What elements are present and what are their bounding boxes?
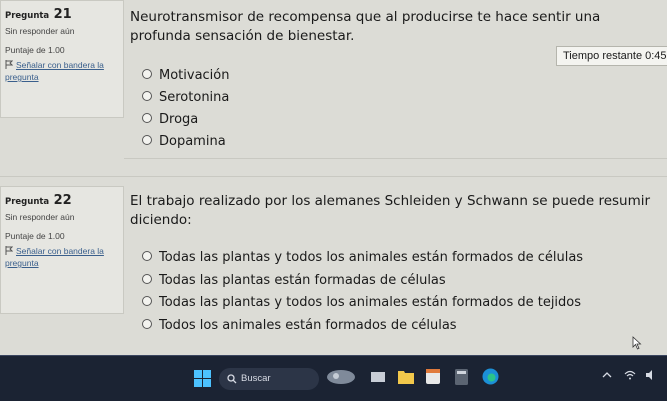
question-number-22: Pregunta 22 <box>5 191 119 209</box>
flag-question-label: Señalar con bandera la pregunta <box>5 60 104 82</box>
wifi-icon[interactable] <box>624 370 636 380</box>
search-icon <box>227 374 237 384</box>
calculator-icon[interactable] <box>455 369 468 385</box>
taskbar-search[interactable]: Buscar <box>219 368 319 390</box>
answer-option[interactable]: Droga <box>142 112 198 127</box>
answer-option[interactable]: Todas las plantas y todos los animales e… <box>142 250 583 265</box>
option-label: Serotonina <box>159 90 230 105</box>
answer-option[interactable]: Motivación <box>142 68 230 83</box>
question-grade: Puntaje de 1.00 <box>5 45 65 55</box>
option-label: Todas las plantas están formadas de célu… <box>159 273 446 288</box>
taskbar: Buscar <box>0 356 667 401</box>
question-text-22: El trabajo realizado por los alemanes Sc… <box>130 193 651 228</box>
option-label: Todas las plantas y todos los animales e… <box>159 295 582 310</box>
calendar-icon[interactable] <box>426 369 440 384</box>
question-info-22: Pregunta 22 Sin responder aún Puntaje de… <box>0 186 124 314</box>
answer-option[interactable]: Todas las plantas están formadas de célu… <box>142 273 446 288</box>
divider <box>0 176 667 177</box>
question-status: Sin responder aún <box>5 26 75 36</box>
question-number: 21 <box>53 7 72 22</box>
flag-icon <box>5 246 13 255</box>
widget-icon[interactable] <box>326 368 356 386</box>
windows-start-icon[interactable] <box>194 370 211 387</box>
answer-option[interactable]: Dopamina <box>142 134 226 149</box>
taskview-icon[interactable] <box>371 370 385 384</box>
chevron-up-icon[interactable] <box>602 371 612 379</box>
option-label: Droga <box>159 112 199 127</box>
radio-button[interactable] <box>142 91 152 101</box>
radio-button[interactable] <box>142 251 152 261</box>
radio-button[interactable] <box>142 135 152 145</box>
radio-button[interactable] <box>142 319 152 329</box>
flag-question-link[interactable]: Señalar con bandera la pregunta <box>5 59 119 83</box>
option-label: Motivación <box>159 68 230 83</box>
question-text-21: Neurotransmisor de recompensa que al pro… <box>130 9 601 44</box>
radio-button[interactable] <box>142 69 152 79</box>
radio-button[interactable] <box>142 113 152 123</box>
question-number: 22 <box>53 193 72 208</box>
option-label: Dopamina <box>159 134 226 149</box>
edge-icon[interactable] <box>482 368 499 385</box>
question-status: Sin responder aún <box>5 212 75 222</box>
radio-button[interactable] <box>142 274 152 284</box>
question-grade: Puntaje de 1.00 <box>5 231 65 241</box>
answer-option[interactable]: Serotonina <box>142 90 229 105</box>
question-info-21: Pregunta 21 Sin responder aún Puntaje de… <box>0 0 124 118</box>
search-placeholder: Buscar <box>241 373 271 384</box>
radio-button[interactable] <box>142 296 152 306</box>
flag-question-link[interactable]: Señalar con bandera la pregunta <box>5 245 119 269</box>
question-number-21: Pregunta 21 <box>5 5 119 23</box>
question-label: Pregunta <box>5 197 50 207</box>
question-label: Pregunta <box>5 11 50 21</box>
time-remaining: Tiempo restante 0:45:0 <box>556 46 667 66</box>
answer-option[interactable]: Todos los animales están formados de cél… <box>142 318 457 333</box>
option-label: Todas las plantas y todos los animales e… <box>159 250 584 265</box>
folder-icon[interactable] <box>398 369 414 384</box>
divider <box>124 158 667 159</box>
speaker-icon[interactable] <box>645 369 657 381</box>
answer-option[interactable]: Todas las plantas y todos los animales e… <box>142 295 581 310</box>
flag-question-label: Señalar con bandera la pregunta <box>5 246 104 268</box>
flag-icon <box>5 60 13 69</box>
option-label: Todos los animales están formados de cél… <box>159 318 457 333</box>
mouse-cursor-icon <box>632 336 642 350</box>
